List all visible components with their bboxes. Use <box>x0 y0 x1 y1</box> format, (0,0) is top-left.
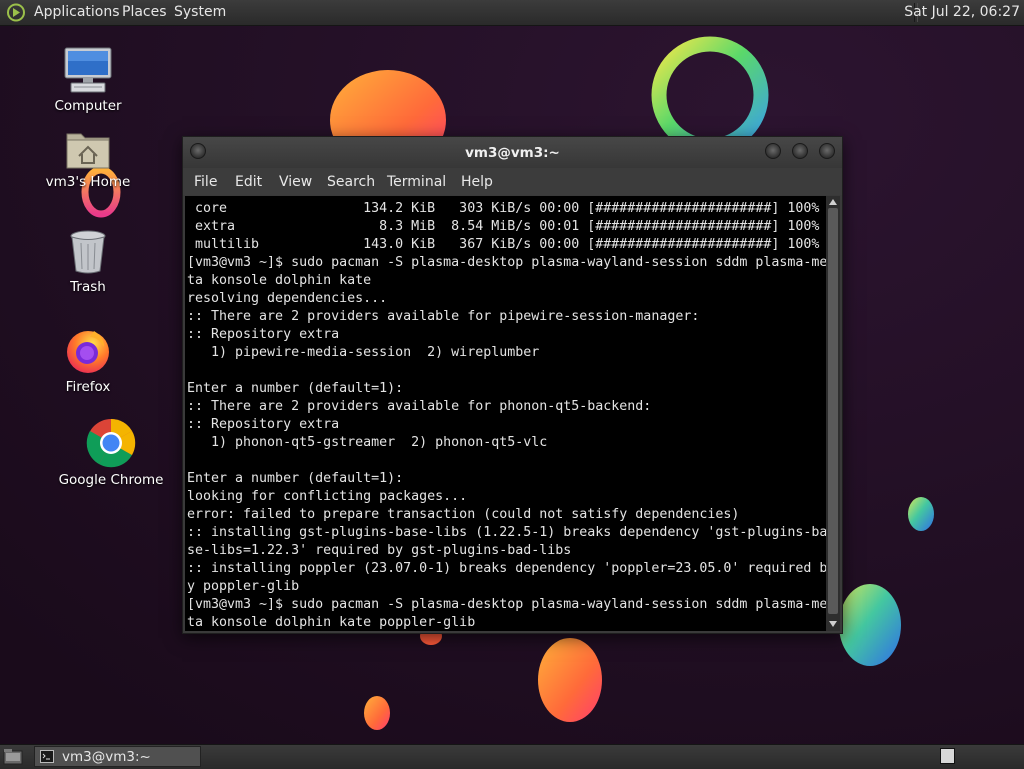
terminal-line: 1) pipewire-media-session 2) wireplumber <box>187 345 540 360</box>
terminal-line: multilib 143.0 KiB 367 KiB/s 00:00 [####… <box>187 237 820 252</box>
terminal-line: [vm3@vm3 ~]$ sudo pacman -S plasma-deskt… <box>187 597 826 612</box>
desktop-icon-label: Computer <box>54 98 122 114</box>
bottom-panel: vm3@vm3:~ <box>0 744 1024 769</box>
terminal-line: ta konsole dolphin kate poppler-glib <box>187 615 476 630</box>
workspace-switcher[interactable] <box>940 748 955 764</box>
menu-help[interactable]: Help <box>461 174 493 190</box>
desktop-icon-label: Firefox <box>65 379 111 395</box>
terminal-line: Enter a number (default=1): <box>187 381 404 396</box>
terminal-line: :: There are 2 providers available for p… <box>187 399 652 414</box>
terminal-line: core 134.2 KiB 303 KiB/s 00:00 [########… <box>187 201 820 216</box>
terminal-line: extra 8.3 MiB 8.54 MiB/s 00:01 [########… <box>187 219 820 234</box>
clock[interactable]: Sat Jul 22, 06:27 <box>904 4 1020 20</box>
terminal-line: :: installing gst-plugins-base-libs (1.2… <box>187 525 826 540</box>
minimize-button[interactable] <box>765 143 781 159</box>
window-title: vm3@vm3:~ <box>465 145 560 161</box>
menu-terminal[interactable]: Terminal <box>387 174 446 190</box>
chrome-icon <box>86 418 136 468</box>
menu-view[interactable]: View <box>279 174 312 190</box>
terminal-line: :: Repository extra <box>187 417 340 432</box>
terminal-window[interactable]: vm3@vm3:~ File Edit View Search Terminal… <box>182 136 843 634</box>
distro-logo-icon[interactable] <box>6 3 26 22</box>
desktop-icon-chrome[interactable]: Google Chrome <box>56 418 166 488</box>
system-menu[interactable]: System <box>174 4 226 20</box>
scroll-up-arrow-icon[interactable] <box>829 199 837 205</box>
scroll-down-arrow-icon[interactable] <box>829 621 837 627</box>
window-titlebar[interactable]: vm3@vm3:~ <box>183 137 842 168</box>
terminal-line: :: installing poppler (23.07.0-1) breaks… <box>187 561 826 576</box>
home-folder-icon <box>66 133 110 169</box>
trash-icon <box>70 230 106 274</box>
terminal-line: se-libs=1.22.3' required by gst-plugins-… <box>187 543 572 558</box>
desktop-icon-trash[interactable]: Trash <box>33 229 143 295</box>
terminal-line: ta konsole dolphin kate <box>187 273 372 288</box>
terminal-line: error: failed to prepare transaction (co… <box>187 507 740 522</box>
places-menu[interactable]: Places <box>122 4 167 20</box>
desktop-icon-computer[interactable]: Computer <box>33 46 143 114</box>
terminal-text: core 134.2 KiB 303 KiB/s 00:00 [########… <box>185 196 826 631</box>
desktop-icon-label: vm3's Home <box>45 174 131 190</box>
menu-search[interactable]: Search <box>327 174 375 190</box>
scroll-thumb[interactable] <box>828 208 838 614</box>
terminal-scrollbar[interactable] <box>826 196 840 631</box>
computer-icon <box>64 47 112 93</box>
show-desktop-icon[interactable] <box>3 748 23 765</box>
terminal-line: [vm3@vm3 ~]$ sudo pacman -S plasma-deskt… <box>187 255 826 270</box>
applications-menu[interactable]: Applications <box>34 4 120 20</box>
menu-edit[interactable]: Edit <box>235 174 262 190</box>
terminal-line: looking for conflicting packages... <box>187 489 468 504</box>
terminal-line: 1) phonon-qt5-gstreamer 2) phonon-qt5-vl… <box>187 435 548 450</box>
terminal-line: resolving dependencies... <box>187 291 388 306</box>
terminal-menubar: File Edit View Search Terminal Help <box>183 168 842 195</box>
desktop-icon-label: Google Chrome <box>58 472 164 488</box>
maximize-button[interactable] <box>792 143 808 159</box>
desktop-icon-home[interactable]: vm3's Home <box>33 128 143 190</box>
taskbar-item-label: vm3@vm3:~ <box>62 749 151 765</box>
menu-file[interactable]: File <box>194 174 217 190</box>
desktop-icon-firefox[interactable]: Firefox <box>33 327 143 395</box>
top-panel: Applications Places System Sat Jul 22, 0… <box>0 0 1024 26</box>
terminal-line: :: There are 2 providers available for p… <box>187 309 700 324</box>
terminal-line: Enter a number (default=1): <box>187 471 404 486</box>
firefox-icon <box>67 331 109 373</box>
terminal-line: :: Repository extra <box>187 327 340 342</box>
terminal-line: y poppler-glib <box>187 579 300 594</box>
close-button[interactable] <box>819 143 835 159</box>
terminal-output[interactable]: core 134.2 KiB 303 KiB/s 00:00 [########… <box>185 196 826 631</box>
desktop-icon-label: Trash <box>70 279 106 295</box>
terminal-icon <box>40 750 54 763</box>
taskbar-item-terminal[interactable]: vm3@vm3:~ <box>34 746 201 767</box>
